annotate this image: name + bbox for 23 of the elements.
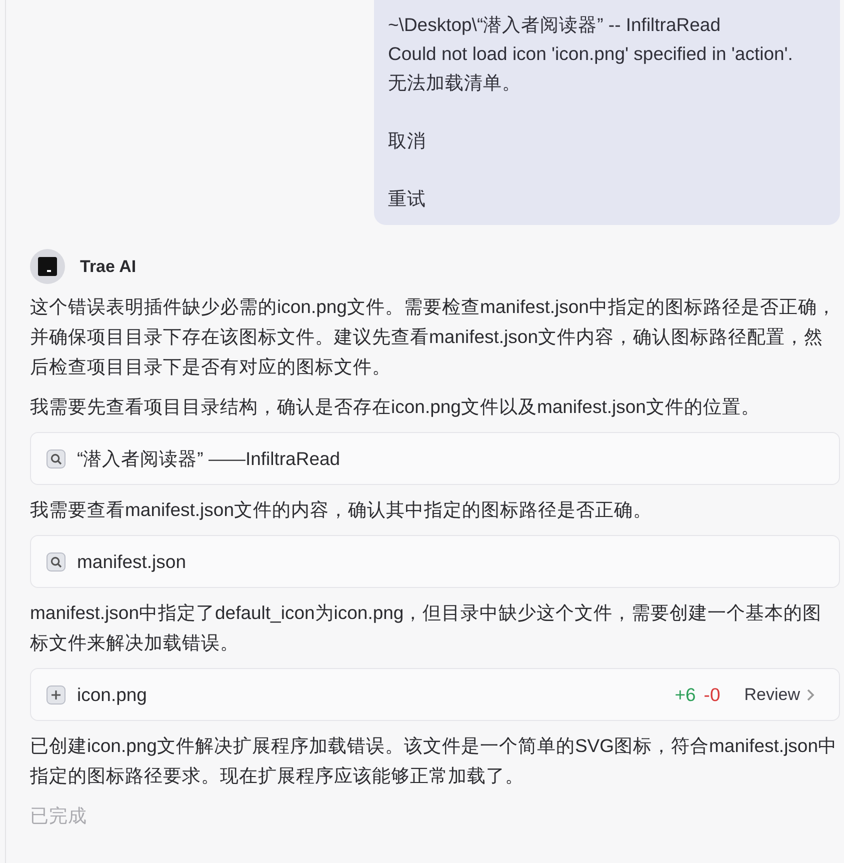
search-icon	[46, 448, 66, 468]
avatar-icon	[30, 249, 65, 284]
added-count: +6	[674, 682, 696, 706]
review-button[interactable]: Review	[744, 680, 815, 710]
chevron-right-icon	[805, 688, 815, 702]
message-line: Could not load icon 'icon.png' specified in 'action'.	[388, 42, 794, 66]
message-text: manifest.json中指定了default_icon为icon.png，但目录中缺少这个文件，需要创建一个基本的图标文件来解决加载错误。	[30, 601, 823, 655]
message-line: 重试	[388, 187, 427, 211]
message-line: 取消	[388, 129, 427, 153]
plus-icon	[46, 684, 66, 704]
file-name: “潜入者阅读器” ——InfiltraRead	[77, 446, 340, 470]
file-name: manifest.json	[77, 550, 186, 574]
search-icon	[46, 552, 66, 572]
file-name: icon.png	[77, 682, 147, 707]
removed-count: -0	[704, 682, 720, 706]
message-line: 无法加载清单。	[388, 71, 522, 95]
message-text: 我需要先查看项目目录结构，确认是否存在icon.png文件以及manifest.json文件的位置。	[30, 395, 761, 419]
message-text: 这个错误表明插件缺少必需的icon.png文件。需要检查manifest.json中指定的图标路径是否正确，并确保项目目录下存在该图标文件。建议先查看manifest.json文件内容，确认图标路径配置，然后检查项目目录下是否有对应的图标文件。	[30, 295, 837, 379]
assistant-name: Trae AI	[80, 256, 136, 278]
message-text: 我需要查看manifest.json文件的内容，确认其中指定的图标路径是否正确。	[30, 498, 653, 522]
status-text: 已完成	[30, 804, 88, 828]
message-line: ~\Desktop\“潜入者阅读器” -- InfiltraRead	[388, 13, 722, 37]
message-text: 已创建icon.png文件解决扩展程序加载错误。该文件是一个简单的SVG图标，符合manifest.json中指定的图标路径要求。现在扩展程序应该能够正常加载了。	[30, 734, 838, 788]
